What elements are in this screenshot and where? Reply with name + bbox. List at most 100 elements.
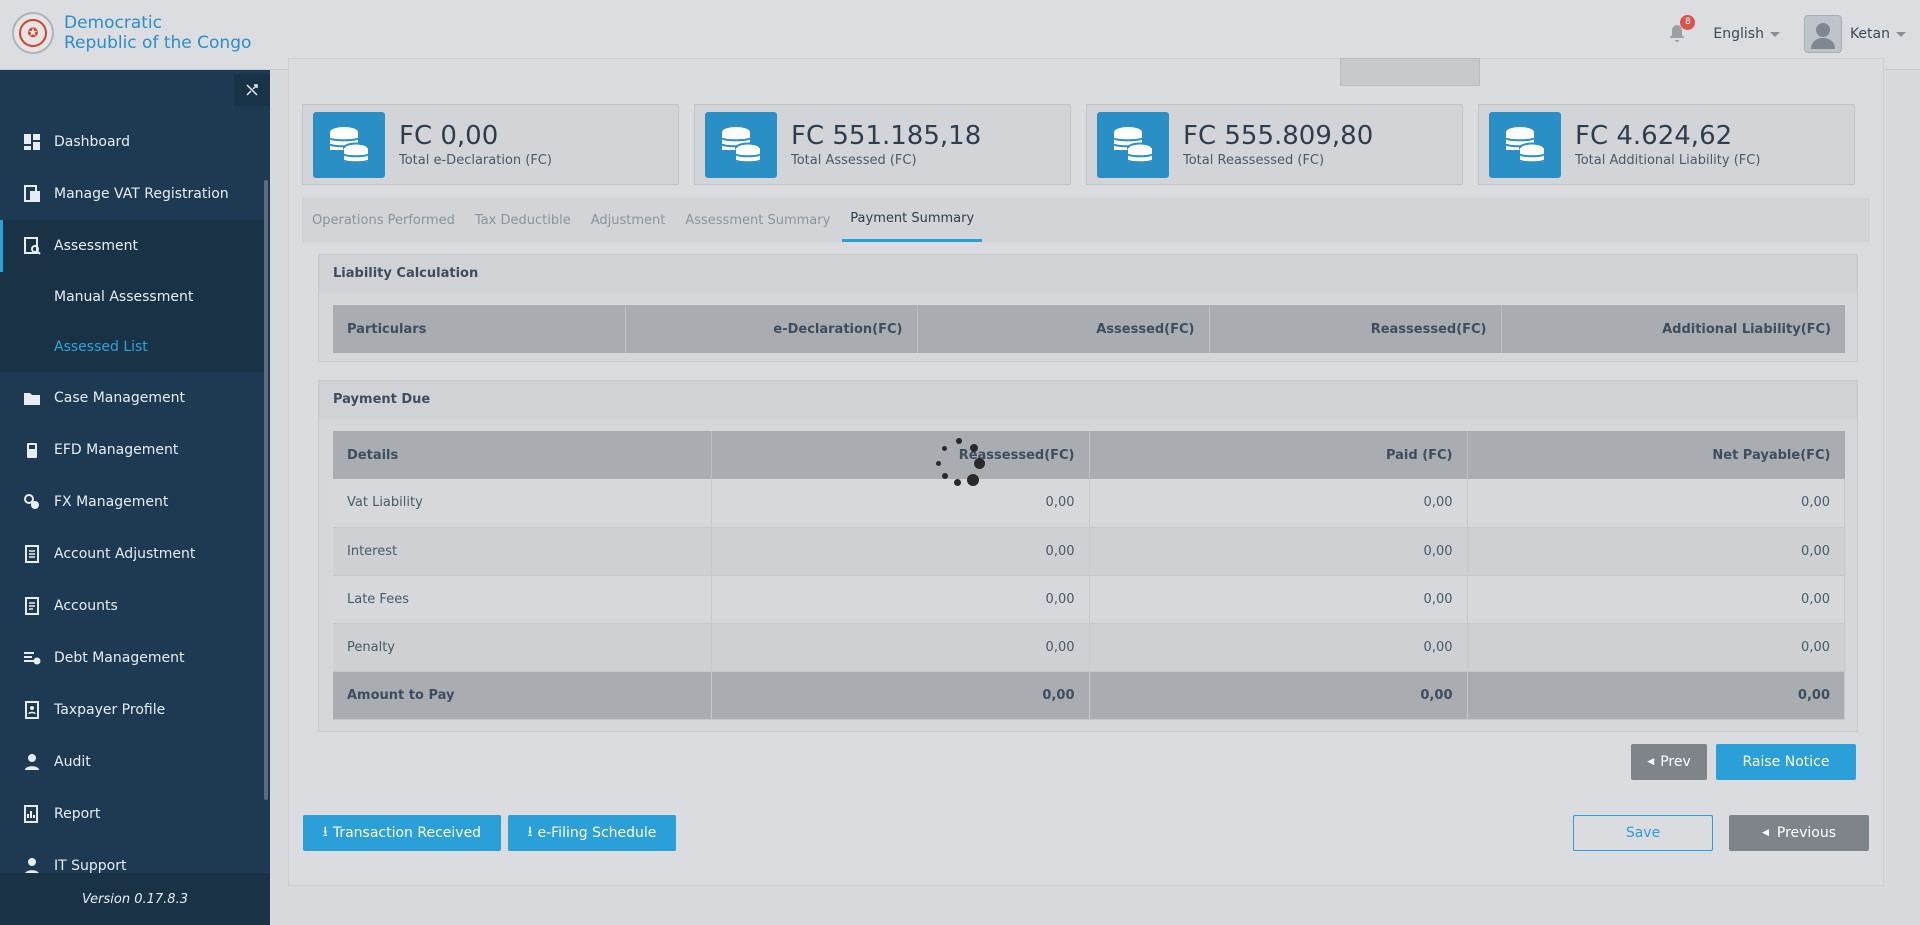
dashboard-icon <box>22 132 42 152</box>
tab-payment-summary[interactable]: Payment Summary <box>842 198 983 242</box>
column-header: Details <box>333 431 712 479</box>
sidebar-scrollbar[interactable] <box>264 180 268 800</box>
user-menu[interactable]: Ketan <box>1803 15 1906 53</box>
profile-icon <box>22 700 42 720</box>
stat-label: Total Additional Liability (FC) <box>1575 153 1761 168</box>
cell-reassessed: 0,00 <box>711 623 1090 672</box>
cell-paid: 0,00 <box>1089 575 1468 624</box>
prev-button[interactable]: ◀ Prev <box>1631 744 1707 780</box>
stat-card-assessed: FC 551.185,18 Total Assessed (FC) <box>694 104 1071 185</box>
sidebar-item-case-management[interactable]: Case Management <box>0 372 264 424</box>
tab-assessment-summary[interactable]: Assessment Summary <box>677 198 838 242</box>
folder-icon <box>22 388 42 408</box>
transaction-received-button[interactable]: ⭳ Transaction Received <box>303 815 501 851</box>
report-icon <box>22 804 42 824</box>
brand[interactable]: ✪ Democratic Republic of the Congo <box>12 12 251 54</box>
stat-label: Total Assessed (FC) <box>791 153 917 168</box>
previous-button[interactable]: ◀ Previous <box>1729 815 1869 851</box>
tab-adjustment[interactable]: Adjustment <box>583 198 674 242</box>
payment-due-section: Payment Due Details Reassessed(FC) Paid … <box>318 380 1858 732</box>
column-header: Reassessed(FC) <box>711 431 1090 479</box>
coins-icon <box>313 111 385 178</box>
sidebar-item-audit[interactable]: Audit <box>0 736 264 788</box>
cell-reassessed: 0,00 <box>711 671 1090 720</box>
notification-bell-icon[interactable]: 8 <box>1667 15 1696 45</box>
cell-net-payable: 0,00 <box>1467 671 1845 720</box>
cell-net-payable: 0,00 <box>1467 479 1845 528</box>
collapse-sidebar-icon[interactable] <box>234 74 270 106</box>
coins-icon <box>1097 111 1169 178</box>
previous-label: Previous <box>1776 825 1837 841</box>
sidebar-subitem-manual-assessment[interactable]: Manual Assessment <box>0 272 264 322</box>
coat-of-arms-logo: ✪ <box>12 12 54 54</box>
tab-tax-deductible[interactable]: Tax Deductible <box>467 198 579 242</box>
cell-reassessed: 0,00 <box>711 575 1090 624</box>
cell-paid: 0,00 <box>1089 527 1468 576</box>
sidebar-item-label: Audit <box>54 754 91 770</box>
e-filing-schedule-button[interactable]: ⭳ e-Filing Schedule <box>508 815 676 851</box>
sidebar-item-assessment[interactable]: Assessment <box>0 220 264 272</box>
sidebar-nav: Dashboard Manage VAT Registration Assess… <box>0 116 264 892</box>
loading-spinner-icon <box>932 436 988 492</box>
liability-table: Particulars e-Declaration(FC) Assessed(F… <box>333 305 1845 353</box>
sidebar-item-taxpayer-profile[interactable]: Taxpayer Profile <box>0 684 264 736</box>
payment-due-table: Details Reassessed(FC) Paid (FC) Net Pay… <box>333 431 1845 720</box>
caret-left-icon: ◀ <box>1647 757 1655 767</box>
coins-icon <box>1489 111 1561 178</box>
partial-header-row <box>1330 58 1480 86</box>
sidebar-subitem-assessed-list[interactable]: Assessed List <box>0 322 264 372</box>
column-header: Net Payable(FC) <box>1467 431 1845 479</box>
debt-icon <box>22 648 42 668</box>
sidebar-item-label: Accounts <box>54 598 118 614</box>
notification-count-badge: 8 <box>1680 15 1696 30</box>
sidebar-item-account-adjustment[interactable]: Account Adjustment <box>0 528 264 580</box>
sidebar-item-label: Manage VAT Registration <box>54 186 229 202</box>
column-header: Particulars <box>333 305 626 353</box>
sidebar-item-fx-management[interactable]: FX Management <box>0 476 264 528</box>
transaction-received-label: Transaction Received <box>332 825 482 841</box>
sidebar-item-efd-management[interactable]: EFD Management <box>0 424 264 476</box>
stat-card-additional-liability: FC 4.624,62 Total Additional Liability (… <box>1478 104 1855 185</box>
stat-label: Total Reassessed (FC) <box>1183 153 1325 168</box>
table-row: Interest 0,00 0,00 0,00 <box>333 527 1845 576</box>
language-selector[interactable]: English <box>1713 26 1780 42</box>
sidebar-item-label: Case Management <box>54 390 185 406</box>
chevron-down-icon <box>1896 31 1906 37</box>
sidebar-item-dashboard[interactable]: Dashboard <box>0 116 264 168</box>
user-name: Ketan <box>1849 26 1890 42</box>
section-title: Payment Due <box>319 381 1857 419</box>
registration-icon <box>22 184 42 204</box>
sidebar-item-label: Report <box>54 806 101 822</box>
exchange-icon <box>22 492 42 512</box>
period-field[interactable] <box>1340 58 1480 86</box>
caret-left-icon: ◀ <box>1761 828 1769 838</box>
column-header: Assessed(FC) <box>917 305 1210 353</box>
sidebar-item-label: Account Adjustment <box>54 546 196 562</box>
raise-notice-button[interactable]: Raise Notice <box>1716 744 1856 780</box>
row-label: Penalty <box>333 623 712 672</box>
payment-summary-panel: Liability Calculation Particulars e-Decl… <box>302 242 1870 794</box>
assessment-icon <box>22 236 42 256</box>
tab-operations-performed[interactable]: Operations Performed <box>304 198 463 242</box>
cell-paid: 0,00 <box>1089 479 1468 528</box>
prev-label: Prev <box>1660 754 1691 770</box>
brand-name-line2: Republic of the Congo <box>64 33 252 53</box>
sidebar-item-accounts[interactable]: Accounts <box>0 580 264 632</box>
stat-card-reassessed: FC 555.809,80 Total Reassessed (FC) <box>1086 104 1463 185</box>
tab-bar: Operations Performed Tax Deductible Adju… <box>302 198 1870 242</box>
sidebar-item-manage-vat-registration[interactable]: Manage VAT Registration <box>0 168 264 220</box>
liability-calculation-section: Liability Calculation Particulars e-Decl… <box>318 254 1858 362</box>
column-header: Paid (FC) <box>1089 431 1468 479</box>
save-button[interactable]: Save <box>1573 815 1713 851</box>
e-filing-schedule-label: e-Filing Schedule <box>537 825 657 841</box>
table-row: Vat Liability 0,00 0,00 0,00 <box>333 479 1845 528</box>
cell-reassessed: 0,00 <box>711 527 1090 576</box>
chevron-down-icon <box>1769 31 1780 37</box>
sidebar-subitem-label: Assessed List <box>54 339 148 355</box>
sidebar-item-report[interactable]: Report <box>0 788 264 840</box>
stat-value: FC 4.624,62 <box>1575 121 1733 151</box>
sidebar-item-debt-management[interactable]: Debt Management <box>0 632 264 684</box>
row-label: Amount to Pay <box>333 671 712 720</box>
avatar <box>1803 15 1842 53</box>
cell-paid: 0,00 <box>1089 671 1468 720</box>
